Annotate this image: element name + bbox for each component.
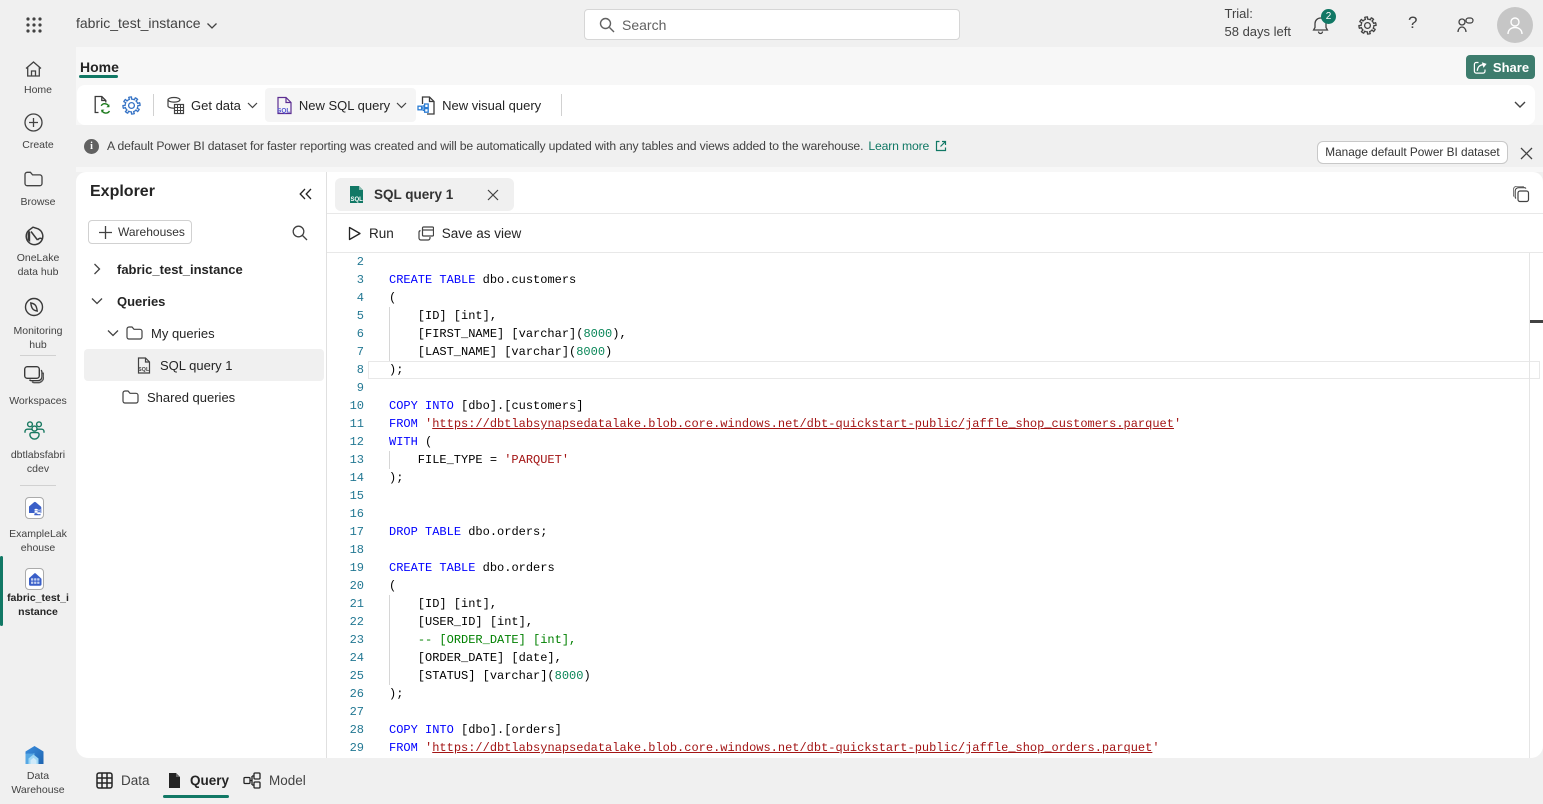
svg-text:SQL: SQL xyxy=(277,107,290,114)
svg-text:SQL: SQL xyxy=(351,197,364,203)
svg-text:SQL: SQL xyxy=(138,367,150,373)
